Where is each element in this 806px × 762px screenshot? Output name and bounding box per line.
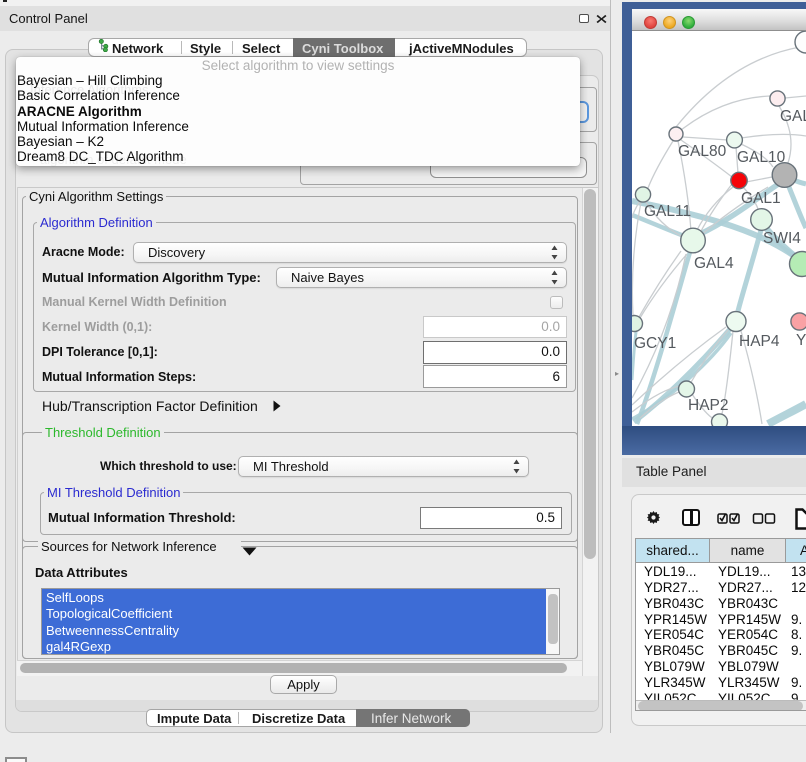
svg-text:HAP4: HAP4 <box>739 333 780 350</box>
svg-text:SWI4: SWI4 <box>763 230 801 247</box>
svg-text:GCY1: GCY1 <box>634 335 676 352</box>
svg-text:HAP2: HAP2 <box>688 397 729 414</box>
svg-text:GAL11: GAL11 <box>644 203 691 220</box>
svg-text:GAL1: GAL1 <box>741 190 781 207</box>
svg-text:GAL10: GAL10 <box>737 149 786 166</box>
svg-text:Y: Y <box>796 332 806 349</box>
svg-text:GAL80: GAL80 <box>678 143 727 160</box>
svg-text:GAL4: GAL4 <box>694 255 734 272</box>
svg-text:GAL2: GAL2 <box>780 108 806 125</box>
